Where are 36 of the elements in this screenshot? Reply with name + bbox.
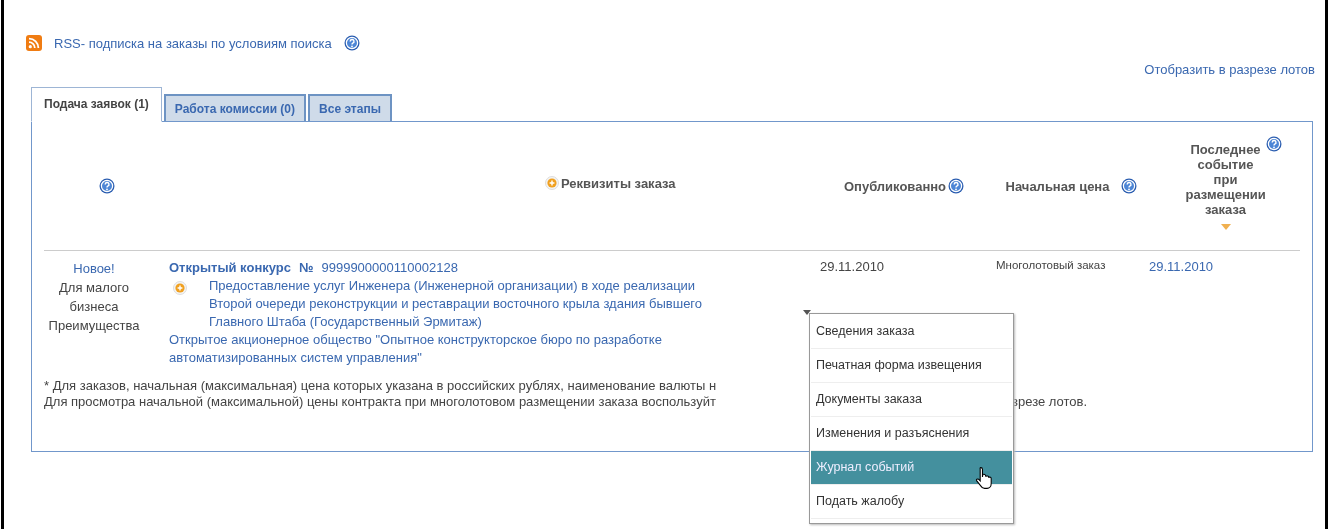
column-header: Опубликованно <box>843 178 947 194</box>
column-header: Начальная цена <box>1005 178 1110 194</box>
number-sign: № <box>298 259 314 277</box>
menu-item[interactable]: Документы заказа <box>811 383 1012 417</box>
column-header: Последнее событие при размещении заказа <box>1185 142 1266 217</box>
hand-cursor-icon <box>975 466 993 490</box>
column-header: Реквизиты заказа <box>561 175 676 191</box>
dropdown-caret-icon[interactable] <box>803 310 811 315</box>
lots-view-link[interactable]: Отобразить в разрезе лотов <box>1144 62 1315 77</box>
order-tag: Преимущества <box>48 316 140 335</box>
menu-item[interactable]: Подать жалобу <box>811 485 1012 519</box>
footnote: Для просмотра начальной (максимальной) цены контракта при многолотовом размещении заказа воспользуйт <box>44 394 716 410</box>
menu-item[interactable]: Сведения заказа <box>811 315 1012 349</box>
tab[interactable]: Работа комиссии (0) <box>163 94 307 121</box>
last-event-date-link[interactable]: 29.11.2010 <box>1149 259 1214 274</box>
order-tag: Для малого бизнеса <box>44 278 144 316</box>
help-icon[interactable] <box>98 178 115 194</box>
customer-link[interactable]: Открытое акционерное общество "Опытное конструкторское бюро по разработке автоматизированных систем управления" <box>169 331 739 367</box>
price-text: Многолотовый заказ <box>995 259 1107 271</box>
help-icon[interactable] <box>343 35 360 51</box>
help-icon[interactable] <box>1121 178 1138 194</box>
menu-item[interactable]: Журнал событий <box>811 451 1012 485</box>
menu-item[interactable]: Печатная форма извещения <box>811 349 1012 383</box>
help-icon[interactable] <box>948 178 965 194</box>
footnote: * Для заказов, начальная (максимальная) цена которых указана в российских рублях, наименование валюты н <box>44 378 717 394</box>
help-icon[interactable] <box>1266 136 1282 152</box>
rss-subscription-link[interactable]: RSS- подписка на заказы по условиям поиска <box>54 35 332 51</box>
tab[interactable]: Все этапы <box>308 94 392 121</box>
tab[interactable]: Подача заявок (1) <box>31 87 162 122</box>
order-type-link[interactable]: Открытый конкурс <box>169 259 291 277</box>
published-date: 29.11.2010 <box>819 259 886 274</box>
order-number-link[interactable]: 9999900000110002128 <box>321 259 458 277</box>
rss-icon[interactable] <box>26 35 42 51</box>
new-badge-link[interactable]: Новое! <box>73 259 115 278</box>
footnote: зрезе лотов. <box>1012 394 1088 410</box>
order-title-link[interactable]: Предоставление услуг Инженера (Инженерной организации) в ходе реализации Второй очереди реконструкции и реставрации восточного крыла здания бывшего Главного Штаба (Государственный Эрмитаж) <box>209 277 734 331</box>
